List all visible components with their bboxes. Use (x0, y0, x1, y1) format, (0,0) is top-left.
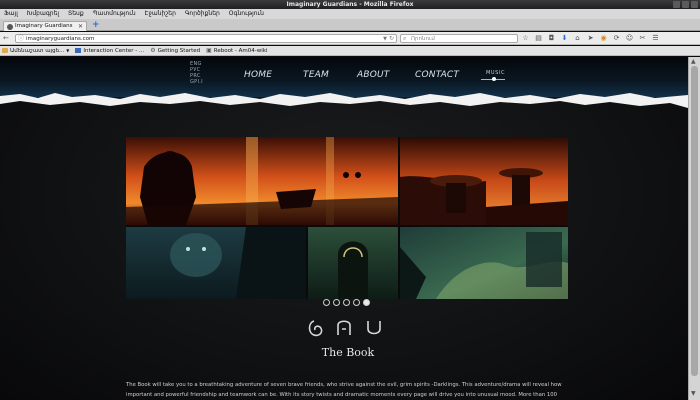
nav-about[interactable]: ABOUT (357, 70, 390, 80)
music-label: MUSIC (486, 70, 506, 76)
search-input[interactable]: ⌕ Որոնում (400, 34, 518, 43)
menu-icon[interactable]: ☰ (651, 34, 660, 43)
slider-pagination (323, 299, 370, 306)
scroll-down-icon[interactable]: ▼ (691, 390, 698, 397)
site-info-icon[interactable]: ⓘ (18, 35, 24, 43)
menu-help[interactable]: Օգնություն (229, 9, 264, 19)
toolbar-icons: ☆ ▤ ◘ ⬇ ⌂ ➤ ◉ ⟳ ☺ ✂ ☰ (521, 34, 660, 43)
nav-home[interactable]: HOME (244, 70, 272, 80)
screenshot-icon[interactable]: ✂ (638, 34, 647, 43)
lang-gpi[interactable]: GPI.I (190, 79, 203, 85)
close-window-button[interactable] (691, 1, 698, 8)
scroll-up-icon[interactable]: ▲ (691, 58, 698, 65)
reload-icon[interactable]: ↻ (389, 35, 394, 43)
bookmark-label: Ամենաշատ այցե... (10, 47, 65, 54)
site-favicon-icon (7, 24, 13, 30)
glyph-helmet-icon (337, 320, 351, 335)
url-dropdown-icon[interactable]: ▼ (383, 35, 387, 43)
menu-edit[interactable]: Խմբագրել (27, 9, 59, 19)
book-description: The Book will take you to a breathtaking… (126, 382, 562, 398)
page-scrollbar[interactable]: ▲ ▼ (688, 57, 700, 400)
torn-paper-edge (0, 93, 688, 108)
bookmark-most-visited[interactable]: Ամենաշատ այցե... ▼ (2, 46, 69, 55)
slider-dot-2[interactable] (333, 299, 340, 306)
bookmark-getting-started[interactable]: ⚙ Getting Started (150, 46, 200, 55)
illustration-image (126, 137, 568, 299)
window-titlebar: Imaginary Guardians - Mozilla Firefox (0, 0, 700, 9)
reader-icon[interactable]: ▤ (534, 34, 543, 43)
bookmark-star-icon[interactable]: ☆ (521, 34, 530, 43)
menu-bar: Ֆայլ Խմբագրել Տեսք Պատմություն Էջանիշեր … (0, 9, 700, 19)
bookmark-reboot-wiki[interactable]: ▣ Reboot - Am04-wiki (206, 46, 267, 55)
scroll-thumb[interactable] (691, 66, 698, 376)
nav-contact[interactable]: CONTACT (415, 70, 459, 80)
pocket-icon[interactable]: ◘ (547, 34, 556, 43)
search-icon: ⌕ (403, 35, 407, 42)
illustration-slider[interactable] (126, 137, 568, 299)
glyph-swirl-icon (308, 320, 323, 337)
window-controls (673, 1, 698, 8)
glyph-horseshoe-icon (367, 321, 381, 335)
minimize-button[interactable] (673, 1, 680, 8)
url-bar[interactable]: ⓘ imaginaryguardians.com ▼ ↻ (15, 34, 397, 43)
bookmark-label: Reboot - Am04-wiki (213, 47, 268, 54)
slider-dot-1[interactable] (323, 299, 330, 306)
tab-title: Imaginary Guardians (15, 23, 73, 29)
close-tab-icon[interactable]: ✕ (78, 22, 83, 31)
section-title: The Book (321, 346, 375, 359)
back-button[interactable]: ← (3, 35, 9, 42)
web-page: ENG РУС PRC GPI.I HOME TEAM ABOUT CONTAC… (0, 57, 688, 400)
slider-dot-4[interactable] (353, 299, 360, 306)
bookmarks-toolbar: Ամենաշատ այցե... ▼ Interaction Center - … (0, 46, 700, 56)
menu-history[interactable]: Պատմություն (93, 9, 136, 19)
maximize-button[interactable] (682, 1, 689, 8)
window-title: Imaginary Guardians - Mozilla Firefox (286, 1, 414, 8)
tab-imaginary-guardians[interactable]: Imaginary Guardians ✕ (3, 21, 87, 31)
search-placeholder: Որոնում (411, 36, 435, 42)
share-icon[interactable]: ➤ (586, 34, 595, 43)
gear-icon: ⚙ (150, 46, 156, 54)
extension-icon[interactable]: ◉ (599, 34, 608, 43)
home-icon[interactable]: ⌂ (573, 34, 582, 43)
chevron-down-icon: ▼ (66, 47, 70, 53)
new-tab-button[interactable]: + (92, 20, 100, 30)
menu-view[interactable]: Տեսք (68, 9, 84, 19)
chat-icon[interactable]: ☺ (625, 34, 634, 43)
url-text: imaginaryguardians.com (26, 36, 95, 42)
menu-bookmarks[interactable]: Էջանիշեր (145, 9, 176, 19)
folder-icon (2, 48, 8, 53)
decorative-glyphs (308, 320, 381, 337)
tab-bar: Imaginary Guardians ✕ + (0, 19, 700, 31)
navigation-toolbar: ← ⓘ imaginaryguardians.com ▼ ↻ ⌕ Որոնում… (0, 32, 700, 45)
bookmark-label: Interaction Center - ... (83, 47, 145, 54)
sync-icon[interactable]: ⟳ (612, 34, 621, 43)
nav-team[interactable]: TEAM (303, 70, 329, 80)
menu-tools[interactable]: Գործիքներ (185, 9, 220, 19)
bookmark-interaction-center[interactable]: Interaction Center - ... (75, 46, 144, 55)
slider-dot-3[interactable] (343, 299, 350, 306)
slider-dot-5[interactable] (363, 299, 370, 306)
menu-file[interactable]: Ֆայլ (4, 9, 18, 19)
language-selector: ENG РУС PRC GPI.I (190, 61, 203, 85)
page-icon: ▣ (206, 46, 212, 54)
download-icon[interactable]: ⬇ (560, 34, 569, 43)
page-icon (75, 48, 82, 53)
bookmark-label: Getting Started (157, 47, 201, 54)
